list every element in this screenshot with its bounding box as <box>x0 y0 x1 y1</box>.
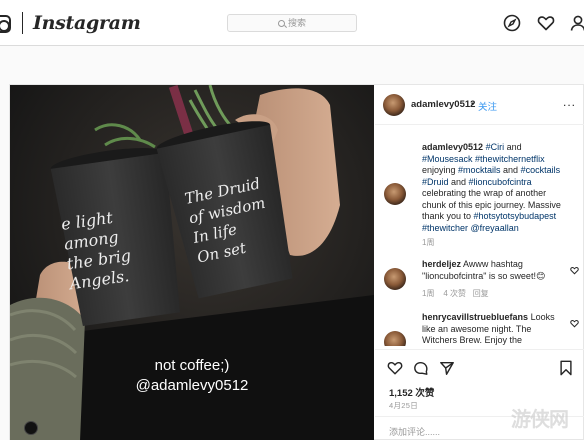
caption-username[interactable]: adamlevy0512 <box>422 142 483 152</box>
post-media[interactable]: e light among the brig Angels. The Druid… <box>10 85 374 440</box>
comment-username[interactable]: henrycavillstruebluefans <box>422 312 528 322</box>
instagram-glyph-icon[interactable] <box>0 15 11 33</box>
post-date: 4月25日 <box>389 401 419 410</box>
post-caption: adamlevy0512 #Ciri and #Mousesack #thewi… <box>422 142 572 234</box>
post-details-panel: adamlevy0512 • 关注 ... adamlevy0512 #Ciri… <box>375 85 584 440</box>
hashtag-link[interactable]: #lioncubofcintra <box>469 177 532 187</box>
comments-list: adamlevy0512 #Ciri and #Mousesack #thewi… <box>375 126 584 346</box>
caption-text: and <box>448 176 469 187</box>
comment-time: 1周 <box>422 289 435 298</box>
profile-icon[interactable] <box>569 14 584 32</box>
comment-meta: 1周 4 次赞 回复 <box>422 288 489 300</box>
instagram-wordmark[interactable]: Instagram <box>33 12 141 34</box>
hashtag-link[interactable]: #cocktails <box>521 165 561 175</box>
hashtag-link[interactable]: #Ciri <box>486 142 505 152</box>
top-nav: Instagram 搜索 <box>0 0 584 46</box>
reply-button[interactable]: 回复 <box>473 289 489 298</box>
hashtag-link[interactable]: #Druid <box>422 177 449 187</box>
hashtag-link[interactable]: #thewitchernetflix <box>475 154 545 164</box>
hashtag-link[interactable]: #hotsytotsybudapest <box>474 211 557 221</box>
compass-icon[interactable] <box>503 14 521 32</box>
comment-avatar[interactable] <box>384 268 406 290</box>
search-icon <box>277 20 285 27</box>
bookmark-icon[interactable] <box>559 360 573 376</box>
add-comment-placeholder: 添加评论...... <box>389 427 441 437</box>
more-options-button[interactable]: ... <box>563 95 576 109</box>
comment-username[interactable]: herdeljez <box>422 259 461 269</box>
caption-text: and <box>500 165 521 175</box>
nav-divider <box>22 12 23 34</box>
caption-time: 1周 <box>422 238 435 247</box>
avatar[interactable] <box>383 94 405 116</box>
heart-icon[interactable] <box>537 14 555 32</box>
play-button-icon[interactable] <box>24 421 38 435</box>
post-card: e light among the brig Angels. The Druid… <box>9 84 584 440</box>
search-input[interactable]: 搜索 <box>227 14 357 32</box>
comment-avatar[interactable] <box>384 331 406 346</box>
search-placeholder: 搜索 <box>287 18 306 28</box>
comment-like-count[interactable]: 4 次赞 <box>443 289 466 298</box>
comment-item: herdeljez Awww hashtag "lioncubofcintra"… <box>422 259 564 282</box>
comment-bubble-icon[interactable] <box>413 360 429 376</box>
overlay-caption-line2: @adamlevy0512 <box>135 377 249 394</box>
comment-like-heart-icon[interactable] <box>570 266 579 275</box>
hashtag-link[interactable]: #mocktails <box>458 165 501 175</box>
comment-item: henrycavillstruebluefans Looks like an a… <box>422 312 564 346</box>
like-heart-icon[interactable] <box>387 360 403 376</box>
post-header: adamlevy0512 • 关注 ... <box>375 85 584 125</box>
caption-avatar[interactable] <box>384 183 406 205</box>
hashtag-link[interactable]: #Mousesack <box>422 154 473 164</box>
header-separator: • <box>471 99 475 109</box>
hashtag-link[interactable]: #thewitcher <box>422 223 468 233</box>
post-author-username[interactable]: adamlevy0512 <box>411 99 475 110</box>
site-watermark: 游侠网 <box>511 407 569 431</box>
follow-button[interactable]: 关注 <box>478 99 497 113</box>
overlay-caption-line1: not coffee;) <box>154 357 230 374</box>
mention-link[interactable]: @freyaallan <box>471 223 519 233</box>
share-icon[interactable] <box>439 360 455 376</box>
caption-text: enjoying <box>422 165 459 175</box>
caption-text: and <box>504 142 522 152</box>
like-count[interactable]: 1,152 次赞 <box>389 385 434 399</box>
cup-left-handwriting: e light among the brig Angels. <box>59 207 133 294</box>
comment-like-heart-icon[interactable] <box>570 319 579 328</box>
